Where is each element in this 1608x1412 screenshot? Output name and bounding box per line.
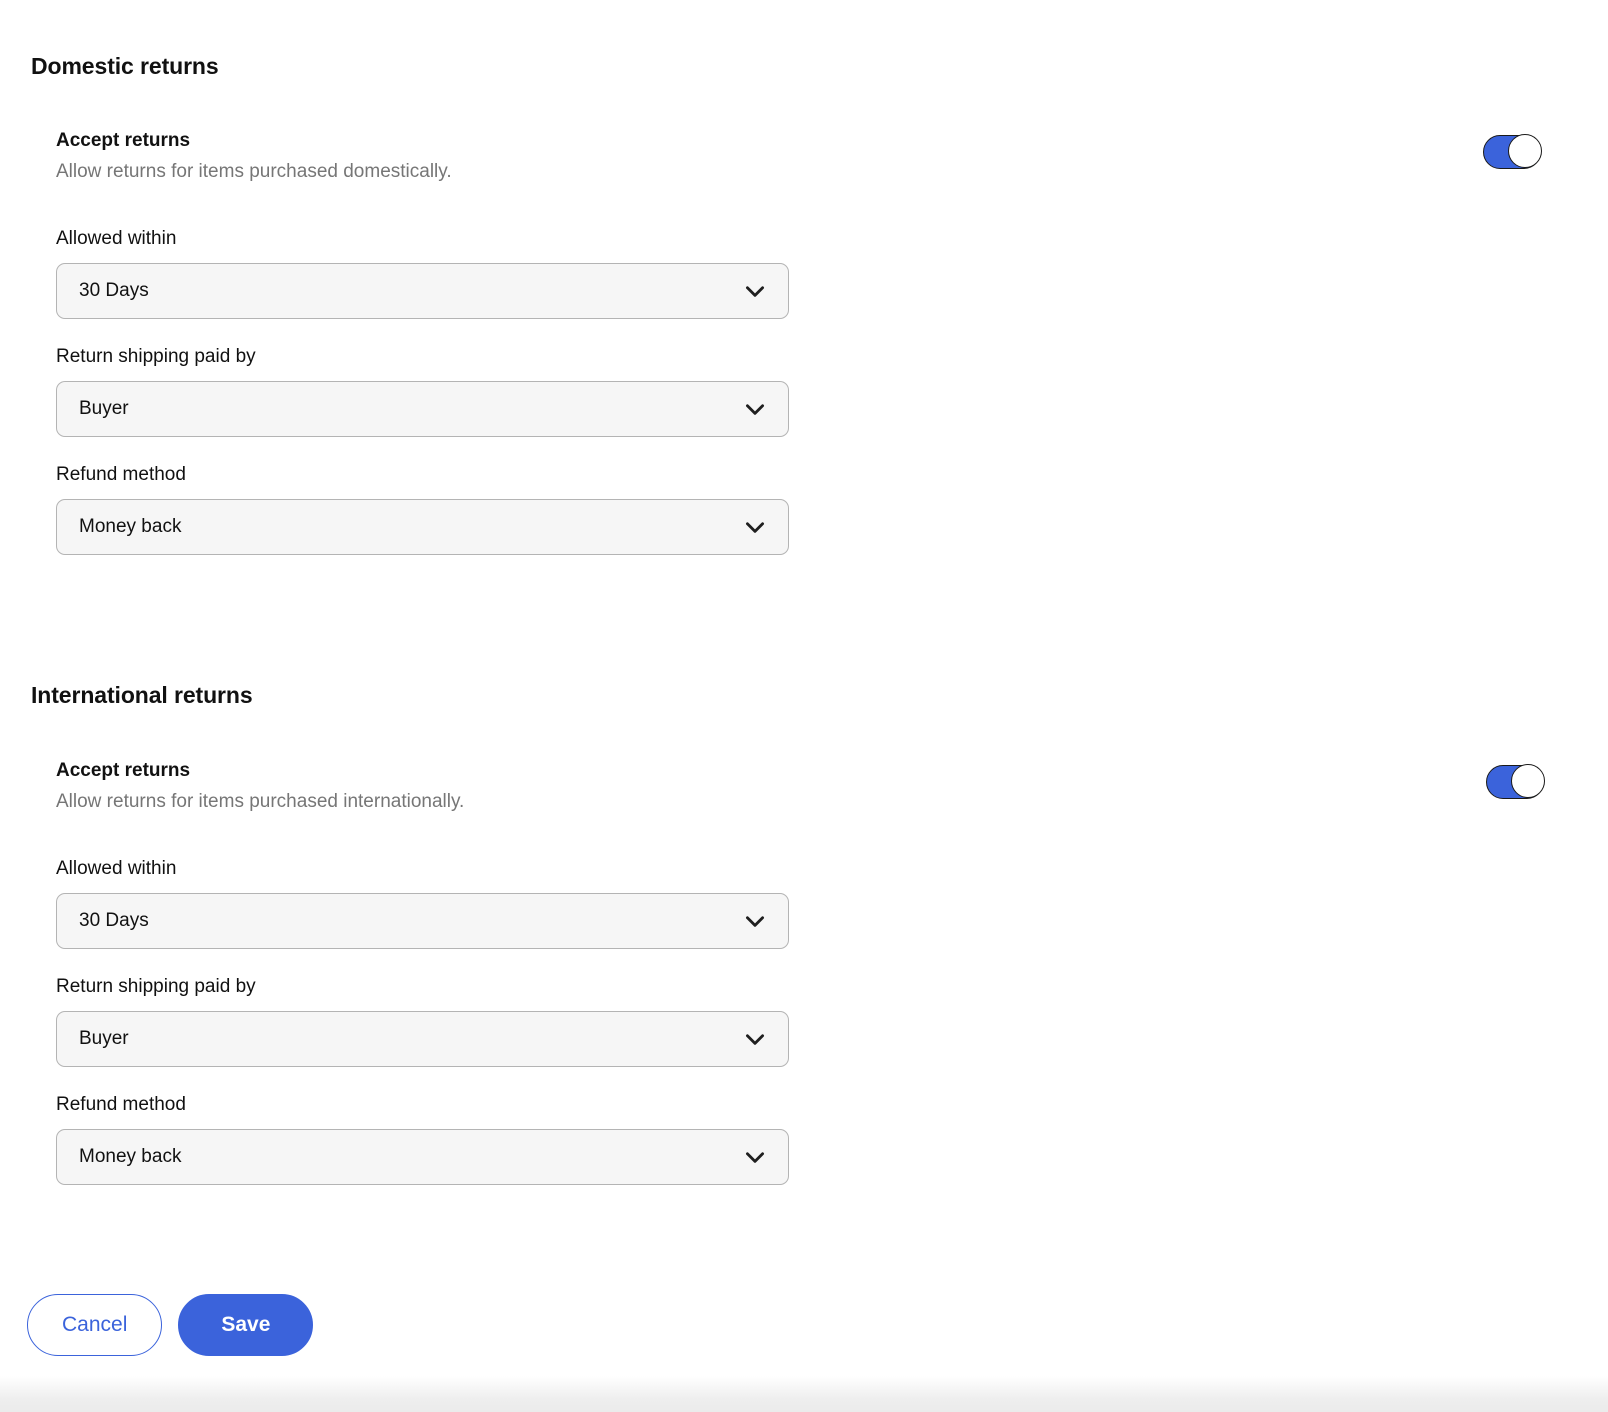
select-return-shipping-international[interactable]: Buyer (56, 1011, 789, 1067)
field-return-shipping-international: Return shipping paid by Buyer (56, 975, 1588, 1067)
field-label-return-shipping-international: Return shipping paid by (56, 976, 256, 997)
field-allowed-within-international: Allowed within 30 Days (56, 857, 1588, 949)
accept-returns-row-international: Accept returns Allow returns for items p… (56, 759, 1588, 815)
chevron-down-icon (742, 396, 768, 422)
cancel-button[interactable]: Cancel (27, 1294, 163, 1356)
accept-returns-description-international: Allow returns for items purchased intern… (56, 791, 465, 812)
accept-returns-title-international: Accept returns (56, 760, 191, 781)
form-actions: Cancel Save (27, 1294, 314, 1356)
select-allowed-within-international[interactable]: 30 Days (56, 893, 789, 949)
save-button[interactable]: Save (178, 1294, 314, 1356)
field-refund-method-domestic: Refund method Money back (56, 463, 1588, 555)
toggle-knob-icon (1507, 134, 1542, 169)
chevron-down-icon (742, 908, 768, 934)
international-fields: Allowed within 30 Days Return shipping p… (56, 857, 1588, 1185)
select-value-refund-method-domestic: Money back (79, 516, 182, 537)
domestic-returns-block: Accept returns Allow returns for items p… (56, 129, 1588, 555)
field-allowed-within-domestic: Allowed within 30 Days (56, 227, 1588, 319)
chevron-down-icon (742, 1144, 768, 1170)
section-title-international: International returns (31, 682, 253, 709)
chevron-down-icon (742, 514, 768, 540)
accept-returns-description-domestic: Allow returns for items purchased domest… (56, 161, 452, 182)
select-value-refund-method-international: Money back (79, 1146, 182, 1167)
toggle-knob-icon (1510, 764, 1545, 799)
select-value-return-shipping-domestic: Buyer (79, 398, 129, 419)
field-label-refund-method-domestic: Refund method (56, 464, 186, 485)
field-label-return-shipping-domestic: Return shipping paid by (56, 346, 256, 367)
accept-returns-toggle-domestic[interactable] (1483, 134, 1542, 169)
chevron-down-icon (742, 278, 768, 304)
accept-returns-title-domestic: Accept returns (56, 130, 191, 151)
field-label-refund-method-international: Refund method (56, 1094, 186, 1115)
accept-returns-toggle-international[interactable] (1486, 764, 1545, 799)
bottom-fade-divider (0, 1376, 1608, 1412)
select-refund-method-international[interactable]: Money back (56, 1129, 789, 1185)
select-allowed-within-domestic[interactable]: 30 Days (56, 263, 789, 319)
field-return-shipping-domestic: Return shipping paid by Buyer (56, 345, 1588, 437)
field-refund-method-international: Refund method Money back (56, 1093, 1588, 1185)
returns-settings-page: Domestic returns Accept returns Allow re… (0, 0, 1608, 1412)
accept-returns-row-domestic: Accept returns Allow returns for items p… (56, 129, 1588, 185)
section-title-domestic: Domestic returns (31, 53, 219, 80)
field-label-allowed-within-domestic: Allowed within (56, 228, 177, 249)
international-returns-block: Accept returns Allow returns for items p… (56, 759, 1588, 1185)
select-value-return-shipping-international: Buyer (79, 1028, 129, 1049)
select-value-allowed-within-international: 30 Days (79, 910, 149, 931)
domestic-fields: Allowed within 30 Days Return shipping p… (56, 227, 1588, 555)
chevron-down-icon (742, 1026, 768, 1052)
select-refund-method-domestic[interactable]: Money back (56, 499, 789, 555)
field-label-allowed-within-international: Allowed within (56, 858, 177, 879)
select-return-shipping-domestic[interactable]: Buyer (56, 381, 789, 437)
select-value-allowed-within-domestic: 30 Days (79, 280, 149, 301)
